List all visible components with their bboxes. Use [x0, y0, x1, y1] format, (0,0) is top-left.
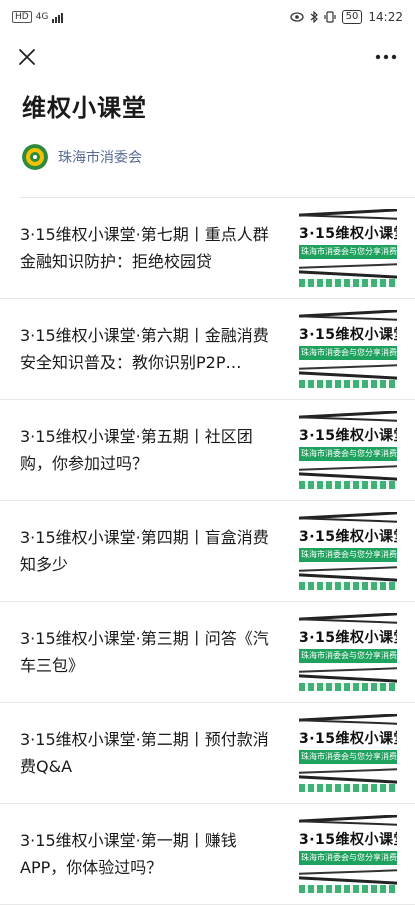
more-icon	[375, 54, 397, 60]
vibrate-icon	[324, 11, 336, 23]
article-item[interactable]: 3·15维权小课堂·第二期丨预付款消费Q&A 3·15维权小课堂 珠海市消委会与…	[0, 703, 415, 804]
thumbnail-title: 3·15维权小课堂	[299, 226, 397, 242]
thumbnail-title: 3·15维权小课堂	[299, 428, 397, 444]
thumbnail-title: 3·15维权小课堂	[299, 832, 397, 848]
signal-icon	[52, 11, 64, 23]
article-title: 3·15维权小课堂·第一期丨赚钱APP，你体验过吗？	[20, 831, 237, 877]
article-title: 3·15维权小课堂·第七期丨重点人群金融知识防护：拒绝校园贷	[20, 225, 269, 271]
thumbnail-subtitle: 珠海市消委会与您分享消费维权小知识	[299, 346, 397, 360]
article-title: 3·15维权小课堂·第二期丨预付款消费Q&A	[20, 730, 269, 776]
article-title: 3·15维权小课堂·第六期丨金融消费安全知识普及：教你识别P2P…	[20, 326, 269, 372]
article-thumbnail: 3·15维权小课堂 珠海市消委会与您分享消费维权小知识	[299, 512, 397, 590]
thumbnail-subtitle: 珠海市消委会与您分享消费维权小知识	[299, 851, 397, 865]
thumbnail-title: 3·15维权小课堂	[299, 630, 397, 646]
thumbnail-subtitle: 珠海市消委会与您分享消费维权小知识	[299, 447, 397, 461]
close-icon	[19, 49, 35, 65]
bluetooth-icon	[310, 11, 318, 23]
article-item[interactable]: 3·15维权小课堂·第一期丨赚钱APP，你体验过吗？ 3·15维权小课堂 珠海市…	[0, 804, 415, 905]
article-thumbnail: 3·15维权小课堂 珠海市消委会与您分享消费维权小知识	[299, 411, 397, 489]
account-name: 珠海市消委会	[58, 150, 142, 166]
thumbnail-subtitle: 珠海市消委会与您分享消费维权小知识	[299, 649, 397, 663]
nav-bar	[0, 34, 415, 80]
article-item[interactable]: 3·15维权小课堂·第六期丨金融消费安全知识普及：教你识别P2P… 3·15维权…	[0, 299, 415, 400]
article-title: 3·15维权小课堂·第三期丨问答《汽车三包》	[20, 629, 269, 675]
article-item[interactable]: 3·15维权小课堂·第七期丨重点人群金融知识防护：拒绝校园贷 3·15维权小课堂…	[0, 198, 415, 299]
more-button[interactable]	[369, 42, 403, 72]
hd-badge: HD	[12, 11, 32, 23]
close-button[interactable]	[12, 42, 42, 72]
thumbnail-title: 3·15维权小课堂	[299, 327, 397, 343]
article-thumbnail: 3·15维权小课堂 珠海市消委会与您分享消费维权小知识	[299, 815, 397, 893]
account-link[interactable]: 珠海市消委会	[22, 143, 393, 171]
avatar	[22, 144, 48, 170]
eye-icon	[290, 12, 304, 22]
page-title: 维权小课堂	[22, 94, 147, 122]
status-bar: HD 4G 50 14:22	[0, 0, 415, 34]
article-title: 3·15维权小课堂·第四期丨盲盒消费知多少	[20, 528, 269, 574]
article-title: 3·15维权小课堂·第五期丨社区团购，你参加过吗？	[20, 427, 253, 473]
thumbnail-subtitle: 珠海市消委会与您分享消费维权小知识	[299, 245, 397, 259]
article-list: 3·15维权小课堂·第七期丨重点人群金融知识防护：拒绝校园贷 3·15维权小课堂…	[0, 198, 415, 905]
thumbnail-subtitle: 珠海市消委会与您分享消费维权小知识	[299, 548, 397, 562]
article-thumbnail: 3·15维权小课堂 珠海市消委会与您分享消费维权小知识	[299, 310, 397, 388]
article-thumbnail: 3·15维权小课堂 珠海市消委会与您分享消费维权小知识	[299, 714, 397, 792]
thumbnail-title: 3·15维权小课堂	[299, 731, 397, 747]
battery-icon: 50	[341, 10, 363, 24]
article-item[interactable]: 3·15维权小课堂·第四期丨盲盒消费知多少 3·15维权小课堂 珠海市消委会与您…	[0, 501, 415, 602]
thumbnail-subtitle: 珠海市消委会与您分享消费维权小知识	[299, 750, 397, 764]
thumbnail-title: 3·15维权小课堂	[299, 529, 397, 545]
article-thumbnail: 3·15维权小课堂 珠海市消委会与您分享消费维权小知识	[299, 209, 397, 287]
article-item[interactable]: 3·15维权小课堂·第五期丨社区团购，你参加过吗？ 3·15维权小课堂 珠海市消…	[0, 400, 415, 501]
signal-label: 4G	[35, 12, 49, 22]
network-indicator: HD 4G	[12, 11, 64, 23]
status-time: 14:22	[368, 10, 403, 24]
article-thumbnail: 3·15维权小课堂 珠海市消委会与您分享消费维权小知识	[299, 613, 397, 691]
article-item[interactable]: 3·15维权小课堂·第三期丨问答《汽车三包》 3·15维权小课堂 珠海市消委会与…	[0, 602, 415, 703]
